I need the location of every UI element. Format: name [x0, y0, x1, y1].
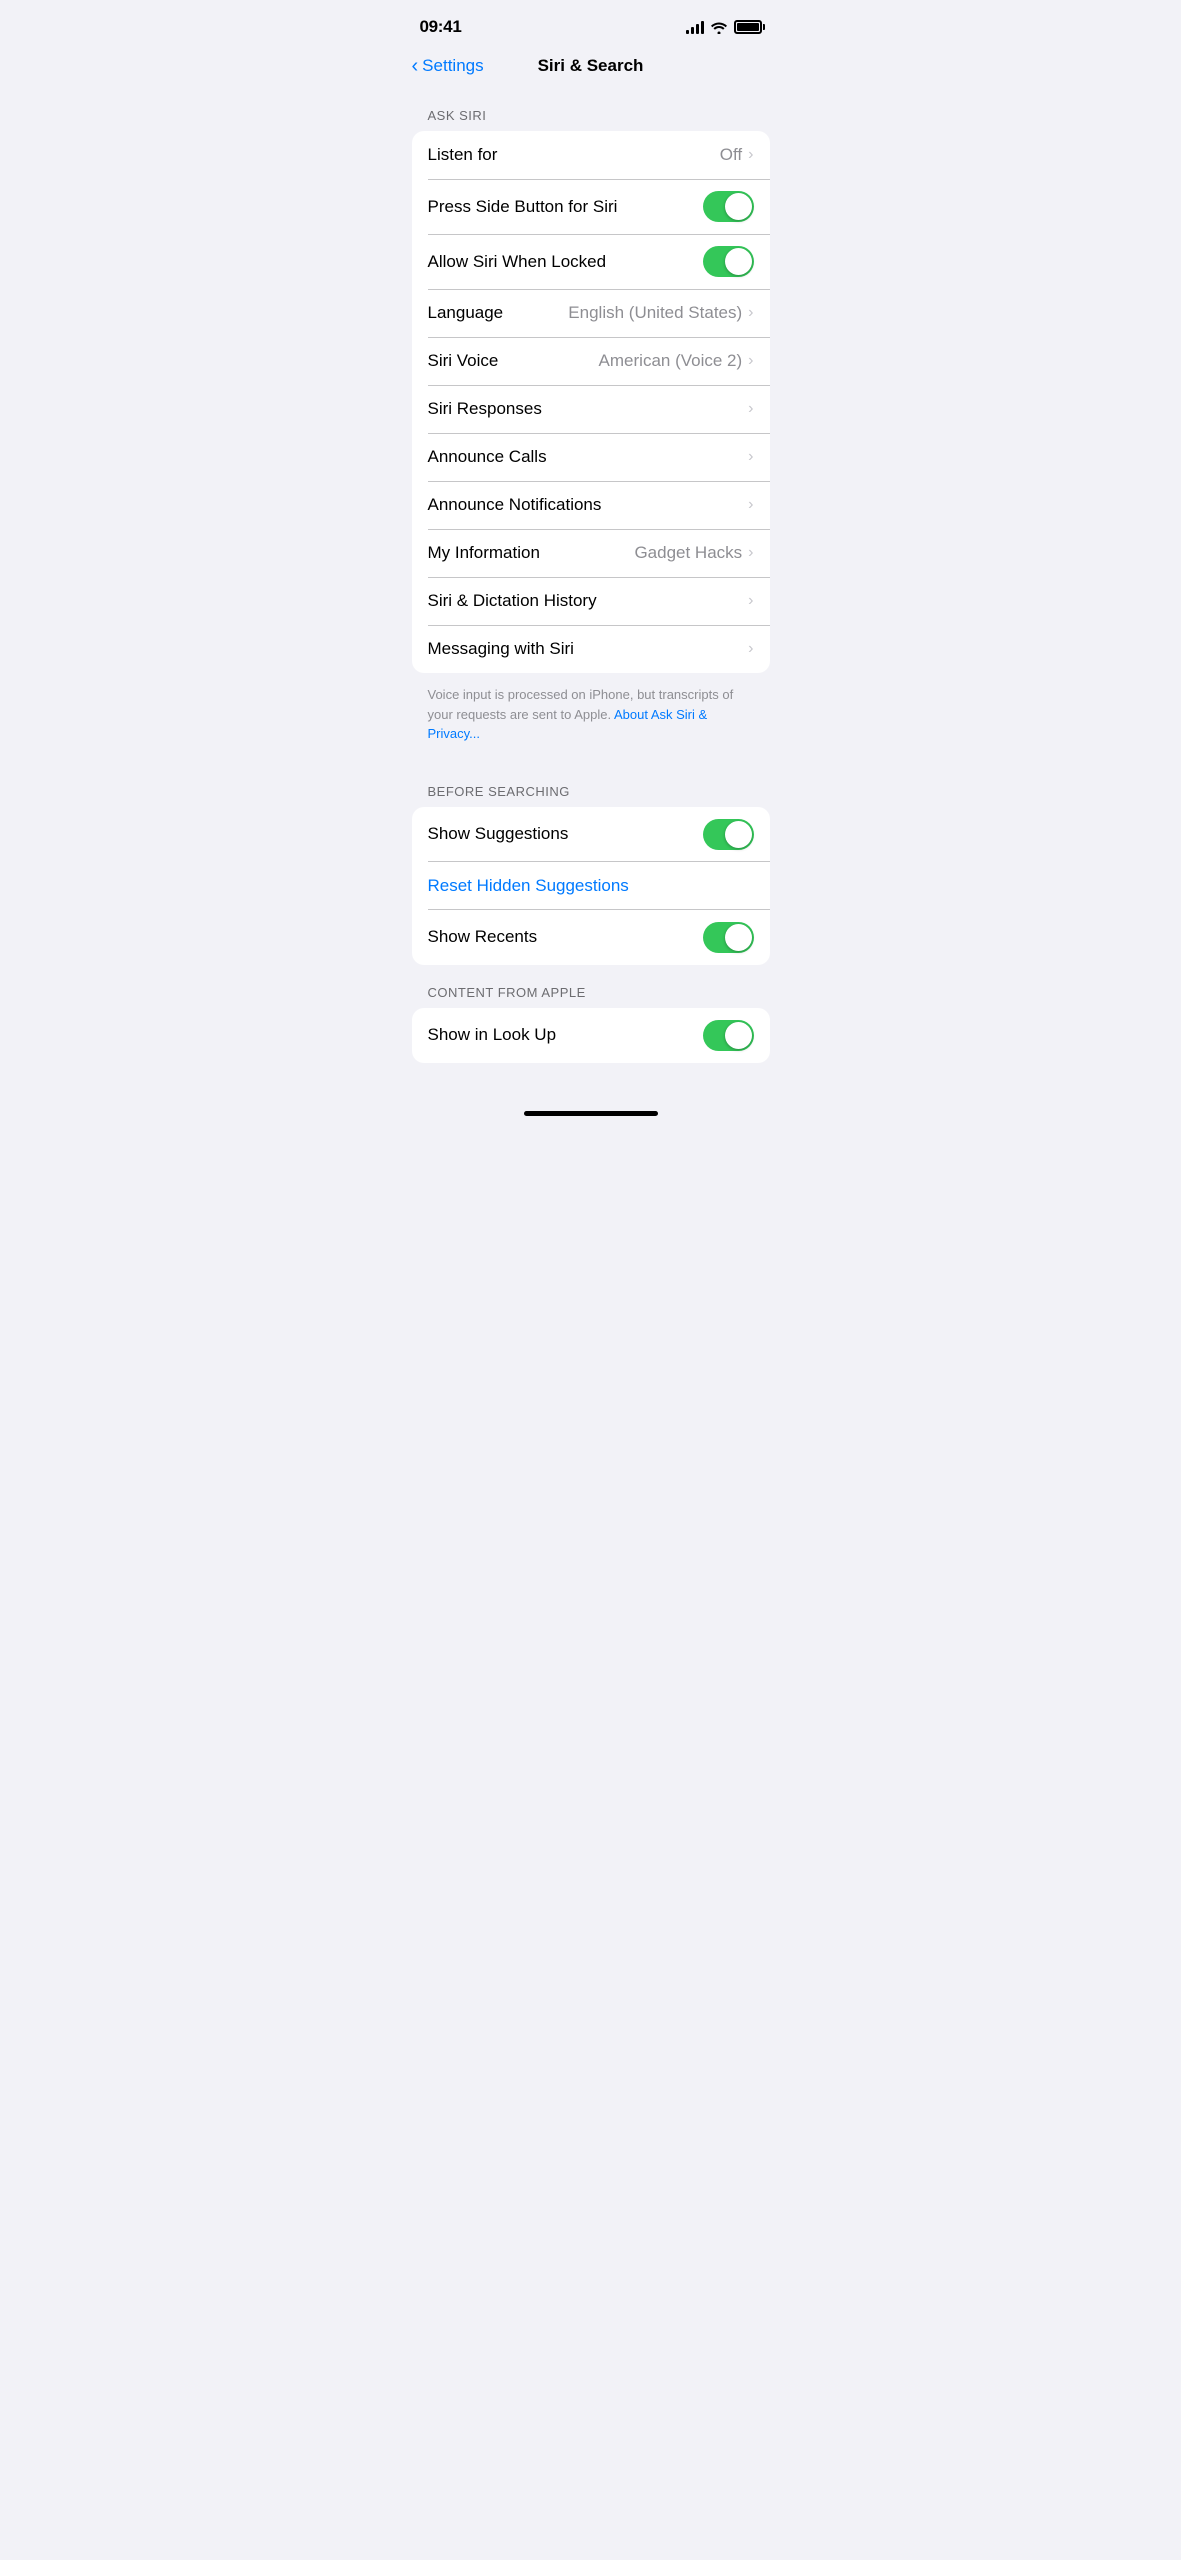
- messaging-with-siri-label: Messaging with Siri: [428, 639, 574, 659]
- signal-icon: [686, 20, 704, 34]
- list-item: Show Suggestions: [412, 807, 770, 862]
- status-icons: [686, 20, 762, 34]
- toggle-knob: [725, 193, 752, 220]
- siri-responses-label: Siri Responses: [428, 399, 542, 419]
- list-item[interactable]: Siri Responses ›: [412, 385, 770, 433]
- chevron-right-icon: ›: [748, 448, 753, 466]
- show-in-look-up-toggle[interactable]: [703, 1020, 754, 1051]
- show-suggestions-toggle[interactable]: [703, 819, 754, 850]
- siri-dictation-history-label: Siri & Dictation History: [428, 591, 597, 611]
- content-from-apple-card: Show in Look Up: [412, 1008, 770, 1063]
- list-item[interactable]: Siri & Dictation History ›: [412, 577, 770, 625]
- messaging-with-siri-right: ›: [748, 640, 753, 658]
- language-value: English (United States): [568, 303, 742, 323]
- toggle-knob: [725, 821, 752, 848]
- wifi-icon: [710, 21, 728, 34]
- show-suggestions-label: Show Suggestions: [428, 824, 569, 844]
- list-item[interactable]: Messaging with Siri ›: [412, 625, 770, 673]
- list-item[interactable]: Announce Calls ›: [412, 433, 770, 481]
- show-recents-toggle[interactable]: [703, 922, 754, 953]
- siri-responses-right: ›: [748, 400, 753, 418]
- announce-notifications-label: Announce Notifications: [428, 495, 602, 515]
- language-label: Language: [428, 303, 504, 323]
- list-item[interactable]: Announce Notifications ›: [412, 481, 770, 529]
- ask-siri-footer: Voice input is processed on iPhone, but …: [396, 673, 786, 764]
- siri-voice-value: American (Voice 2): [599, 351, 743, 371]
- chevron-right-icon: ›: [748, 640, 753, 658]
- listen-for-value: Off: [720, 145, 742, 165]
- toggle-knob: [725, 248, 752, 275]
- my-information-value: Gadget Hacks: [634, 543, 742, 563]
- siri-voice-label: Siri Voice: [428, 351, 499, 371]
- announce-notifications-right: ›: [748, 496, 753, 514]
- chevron-right-icon: ›: [748, 496, 753, 514]
- press-side-button-toggle[interactable]: [703, 191, 754, 222]
- announce-calls-label: Announce Calls: [428, 447, 547, 467]
- list-item[interactable]: My Information Gadget Hacks ›: [412, 529, 770, 577]
- back-button[interactable]: ‹ Settings: [412, 56, 484, 76]
- list-item: Show Recents: [412, 910, 770, 965]
- page-title: Siri & Search: [538, 56, 644, 76]
- ask-siri-card: Listen for Off › Press Side Button for S…: [412, 131, 770, 673]
- show-in-look-up-label: Show in Look Up: [428, 1025, 557, 1045]
- announce-calls-right: ›: [748, 448, 753, 466]
- status-time: 09:41: [420, 17, 462, 37]
- show-recents-label: Show Recents: [428, 927, 538, 947]
- chevron-right-icon: ›: [748, 304, 753, 322]
- list-item[interactable]: Siri Voice American (Voice 2) ›: [412, 337, 770, 385]
- section-label-before-searching: BEFORE SEARCHING: [396, 764, 786, 807]
- nav-header: ‹ Settings Siri & Search: [396, 48, 786, 88]
- chevron-right-icon: ›: [748, 592, 753, 610]
- chevron-right-icon: ›: [748, 400, 753, 418]
- press-side-button-label: Press Side Button for Siri: [428, 197, 618, 217]
- list-item[interactable]: Listen for Off ›: [412, 131, 770, 179]
- allow-when-locked-label: Allow Siri When Locked: [428, 252, 607, 272]
- language-right: English (United States) ›: [568, 303, 753, 323]
- siri-dictation-history-right: ›: [748, 592, 753, 610]
- home-indicator: [524, 1111, 658, 1116]
- list-item[interactable]: Language English (United States) ›: [412, 289, 770, 337]
- siri-voice-right: American (Voice 2) ›: [599, 351, 754, 371]
- list-item: Press Side Button for Siri: [412, 179, 770, 234]
- back-chevron-icon: ‹: [412, 56, 419, 76]
- section-label-content-from-apple: CONTENT FROM APPLE: [396, 965, 786, 1008]
- my-information-label: My Information: [428, 543, 540, 563]
- my-information-right: Gadget Hacks ›: [634, 543, 753, 563]
- reset-hidden-suggestions-link[interactable]: Reset Hidden Suggestions: [428, 876, 629, 896]
- chevron-right-icon: ›: [748, 352, 753, 370]
- chevron-right-icon: ›: [748, 146, 753, 164]
- list-item: Allow Siri When Locked: [412, 234, 770, 289]
- list-item: Show in Look Up: [412, 1008, 770, 1063]
- listen-for-right: Off ›: [720, 145, 754, 165]
- battery-icon: [734, 20, 762, 34]
- toggle-knob: [725, 924, 752, 951]
- list-item[interactable]: Reset Hidden Suggestions: [412, 862, 770, 910]
- listen-for-label: Listen for: [428, 145, 498, 165]
- before-searching-card: Show Suggestions Reset Hidden Suggestion…: [412, 807, 770, 965]
- status-bar: 09:41: [396, 0, 786, 48]
- chevron-right-icon: ›: [748, 544, 753, 562]
- back-label: Settings: [422, 56, 483, 76]
- section-label-ask-siri: ASK SIRI: [396, 88, 786, 131]
- allow-when-locked-toggle[interactable]: [703, 246, 754, 277]
- toggle-knob: [725, 1022, 752, 1049]
